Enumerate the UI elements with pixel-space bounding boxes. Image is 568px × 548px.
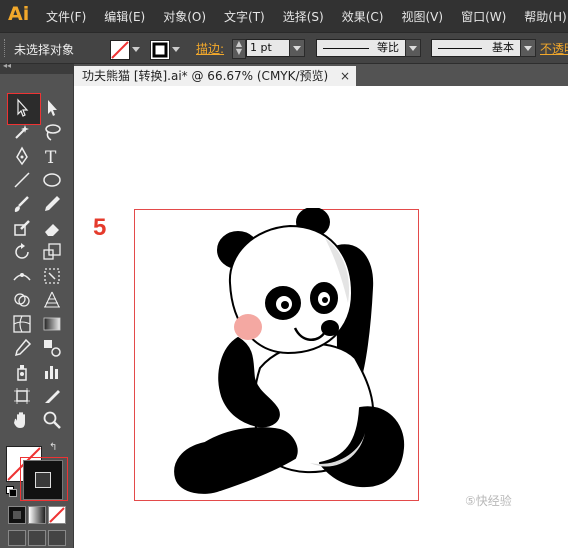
zoom-tool-icon[interactable]	[41, 409, 65, 431]
step-number-annotation: 5	[93, 214, 107, 241]
slice-tool-icon[interactable]	[41, 385, 65, 407]
stroke-swatch[interactable]	[150, 40, 170, 60]
none-mode-icon[interactable]	[48, 506, 66, 524]
screen-mode-icon[interactable]	[48, 530, 66, 546]
none-fill-icon	[111, 41, 129, 59]
direct-selection-tool-icon[interactable]	[41, 97, 65, 119]
profile-label: 等比	[377, 41, 399, 54]
draw-normal-icon[interactable]	[8, 530, 26, 546]
color-mode-icon[interactable]	[8, 506, 26, 524]
menu-help[interactable]: 帮助(H)	[524, 8, 566, 25]
paintbrush-tool-icon[interactable]	[11, 193, 35, 215]
tools-panel-header[interactable]	[0, 61, 73, 74]
perspective-grid-tool-icon[interactable]	[41, 289, 65, 311]
menu-edit[interactable]: 编辑(E)	[104, 8, 145, 25]
stroke-dropdown-icon[interactable]	[170, 40, 180, 58]
document-tab-title: 功夫熊猫 [转换].ai* @ 66.67% (CMYK/预览)	[82, 69, 329, 83]
stroke-label[interactable]: 描边:	[196, 40, 224, 57]
gradient-tool-icon[interactable]	[41, 313, 65, 335]
scale-tool-icon[interactable]	[41, 241, 65, 263]
document-tab[interactable]: 功夫熊猫 [转换].ai* @ 66.67% (CMYK/预览) ×	[74, 66, 356, 86]
brush-label: 基本	[492, 41, 514, 54]
swap-fill-stroke-icon[interactable]: ↰	[49, 442, 61, 454]
brush-dropdown[interactable]	[520, 39, 536, 57]
menu-file[interactable]: 文件(F)	[46, 8, 86, 25]
menu-bar: Ai 文件(F) 编辑(E) 对象(O) 文字(T) 选择(S) 效果(C) 视…	[0, 0, 568, 33]
eyedropper-tool-icon[interactable]	[11, 337, 35, 359]
stroke-square-icon	[152, 42, 168, 58]
pen-tool-icon[interactable]	[11, 145, 35, 167]
close-tab-icon[interactable]: ×	[340, 66, 350, 86]
main-menu: 文件(F) 编辑(E) 对象(O) 文字(T) 选择(S) 效果(C) 视图(V…	[46, 8, 568, 25]
menu-window[interactable]: 窗口(W)	[461, 8, 506, 25]
selection-status: 未选择对象	[14, 43, 75, 57]
panda-left-leg	[174, 427, 298, 494]
rotate-tool-icon[interactable]	[11, 241, 35, 263]
magic-wand-tool-icon[interactable]	[11, 121, 35, 143]
control-bar-grip[interactable]	[4, 39, 8, 57]
blend-tool-icon[interactable]	[41, 337, 65, 359]
symbol-sprayer-tool-icon[interactable]	[11, 361, 35, 383]
fill-dropdown-icon[interactable]	[130, 40, 140, 58]
pencil-tool-icon[interactable]	[41, 193, 65, 215]
column-graph-tool-icon[interactable]	[41, 361, 65, 383]
ellipse-tool-icon[interactable]	[41, 169, 65, 191]
width-tool-icon[interactable]	[11, 265, 35, 287]
free-transform-tool-icon[interactable]	[41, 265, 65, 287]
panda-cheek	[234, 314, 262, 340]
menu-select[interactable]: 选择(S)	[283, 8, 324, 25]
app-logo: Ai	[8, 3, 30, 25]
shape-builder-tool-icon[interactable]	[11, 289, 35, 311]
menu-view[interactable]: 视图(V)	[401, 8, 443, 25]
fill-stroke-highlight	[20, 457, 68, 501]
mesh-tool-icon[interactable]	[11, 313, 35, 335]
menu-object[interactable]: 对象(O)	[163, 8, 206, 25]
watermark: ⑤快经验	[465, 494, 512, 508]
fill-swatch[interactable]	[110, 40, 130, 60]
selection-tool-icon[interactable]	[11, 97, 35, 119]
hand-tool-icon[interactable]	[11, 409, 35, 431]
profile-line-preview	[323, 48, 369, 49]
stroke-weight-dropdown[interactable]	[289, 39, 305, 57]
svg-text:T: T	[45, 148, 57, 167]
draw-behind-icon[interactable]	[28, 530, 46, 546]
menu-type[interactable]: 文字(T)	[224, 8, 265, 25]
menu-effect[interactable]: 效果(C)	[342, 8, 384, 25]
variable-width-profile[interactable]: 等比	[316, 39, 406, 57]
type-tool-icon[interactable]: T	[41, 145, 65, 168]
gradient-mode-icon[interactable]	[28, 506, 46, 524]
brush-line-preview	[438, 48, 482, 49]
brush-definition[interactable]: 基本	[431, 39, 521, 57]
opacity-label[interactable]: 不透明	[540, 40, 568, 57]
line-segment-tool-icon[interactable]	[11, 169, 35, 191]
artboard-tool-icon[interactable]	[11, 385, 35, 407]
stroke-weight-stepper[interactable]: ▲ ▼	[232, 39, 246, 59]
profile-dropdown[interactable]	[405, 39, 421, 57]
fill-stroke-widget[interactable]: ↰	[3, 440, 69, 501]
blob-brush-tool-icon[interactable]	[11, 217, 35, 239]
lasso-tool-icon[interactable]	[41, 121, 65, 143]
panda-artwork[interactable]	[160, 208, 410, 500]
eraser-tool-icon[interactable]	[41, 217, 65, 239]
default-colors-icon[interactable]	[6, 486, 17, 497]
